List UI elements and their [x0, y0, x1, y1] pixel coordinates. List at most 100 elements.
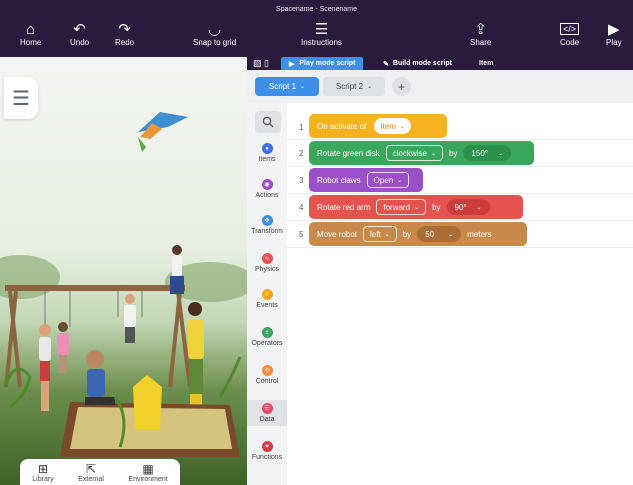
child-figure[interactable]: [170, 245, 184, 294]
control-icon: ⟲: [261, 365, 273, 376]
direction-dropdown[interactable]: left ⌄: [363, 226, 397, 242]
move-robot-block[interactable]: Move robot left ⌄ by 50 ⌄ meters: [309, 222, 527, 246]
category-items[interactable]: ● Items: [247, 143, 287, 163]
add-script-button[interactable]: +: [392, 77, 411, 96]
category-control[interactable]: ⟲ Control: [247, 365, 287, 385]
script-line: 1 On activate of Item ⌄: [287, 113, 633, 140]
line-number: 1: [299, 123, 304, 132]
parrot-figure[interactable]: [138, 112, 188, 152]
tab-play-mode-script[interactable]: ▶ Play mode script: [281, 57, 364, 70]
child-figure[interactable]: [57, 322, 69, 373]
block-text: Robot claws: [317, 175, 361, 185]
data-icon: ☰: [261, 403, 273, 414]
external-button[interactable]: ⇱ External: [78, 462, 104, 485]
category-actions[interactable]: ◉ Actions: [247, 179, 287, 199]
environment-button[interactable]: ▦ Environment: [128, 462, 167, 485]
layout-toggle-icon[interactable]: ▧ ▯: [253, 58, 269, 69]
block-word: by: [432, 202, 441, 212]
chevron-down-icon: ⌄: [497, 150, 503, 157]
rotate-red-arm-block[interactable]: Rotate red arm forward ⌄ by 90° ⌄: [309, 195, 523, 219]
library-label: Library: [32, 476, 54, 483]
dropdown-value: forward: [383, 202, 411, 212]
home-icon: ⌂: [26, 20, 36, 38]
block-word: by: [448, 148, 458, 158]
chevron-down-icon: ⌄: [448, 231, 454, 238]
undo-button[interactable]: ↶ Undo: [70, 20, 89, 48]
operators-icon: ±: [261, 327, 273, 338]
list-icon: ☰: [12, 87, 30, 110]
direction-dropdown[interactable]: forward ⌄: [376, 199, 427, 215]
tab-script-2[interactable]: Script 2 ⌄: [323, 77, 385, 96]
block-categories: ● Items ◉ Actions ✥ Transform ∿ Physics …: [247, 103, 287, 485]
category-transform[interactable]: ✥ Transform: [247, 215, 287, 235]
rotate-green-disk-block[interactable]: Rotate green disk clockwise ⌄ by 150° ⌄: [309, 141, 534, 165]
actions-icon: ◉: [261, 179, 273, 190]
redo-button[interactable]: ↷ Redo: [115, 20, 134, 48]
image-icon: ▦: [142, 462, 154, 476]
share-icon: ⇪: [474, 20, 487, 38]
library-button[interactable]: ⊞ Library: [32, 462, 53, 485]
child-figure[interactable]: [85, 350, 115, 405]
instructions-button[interactable]: ☰ Instructions: [301, 20, 342, 48]
events-icon: ⚡: [261, 289, 273, 300]
home-button[interactable]: ⌂ Home: [20, 20, 42, 48]
category-label: Items: [258, 156, 276, 163]
angle-input[interactable]: 150° ⌄: [463, 145, 511, 161]
child-figure[interactable]: [124, 294, 136, 343]
dropdown-value: left: [370, 229, 381, 239]
top-toolbar: Spacename - Scenename ⌂ Home ↶ Undo ↷ Re…: [0, 0, 633, 57]
play-icon: ▶: [289, 60, 295, 68]
code-button[interactable]: </> Code: [560, 20, 579, 47]
tab-label: Play mode script: [299, 60, 356, 67]
block-search-button[interactable]: [255, 111, 281, 133]
script-line: 4 Rotate red arm forward ⌄ by 90° ⌄: [287, 194, 633, 221]
category-events[interactable]: ⚡ Events: [247, 289, 287, 309]
direction-dropdown[interactable]: clockwise ⌄: [385, 145, 443, 161]
chevron-down-icon: ⌄: [476, 204, 482, 211]
robot-claws-block[interactable]: Robot claws Open ⌄: [309, 168, 423, 192]
tab-item[interactable]: Item: [471, 57, 501, 70]
share-button[interactable]: ⇪ Share: [470, 20, 492, 48]
category-functions[interactable]: ♥ Functions: [247, 441, 287, 461]
item-dropdown[interactable]: Item ⌄: [374, 118, 411, 134]
scene-menu-button[interactable]: ☰: [4, 77, 38, 119]
category-operators[interactable]: ± Operators: [247, 327, 287, 347]
child-figure[interactable]: [188, 302, 204, 408]
tab-build-mode-script[interactable]: ✎ Build mode script: [375, 57, 460, 70]
line-number: 4: [299, 203, 304, 212]
search-icon: [262, 116, 274, 128]
tab-label: Script 1: [268, 82, 297, 91]
undo-icon: ↶: [73, 20, 86, 38]
yellow-block[interactable]: [133, 375, 162, 429]
tab-script-1[interactable]: Script 1 ⌄: [255, 77, 319, 96]
play-button[interactable]: ▶ Play: [606, 20, 622, 48]
claws-dropdown[interactable]: Open ⌄: [366, 172, 410, 188]
chevron-down-icon: ⌄: [384, 231, 390, 238]
category-data[interactable]: ☰ Data: [247, 400, 287, 426]
category-physics[interactable]: ∿ Physics: [247, 253, 287, 273]
distance-input[interactable]: 50 ⌄: [417, 226, 462, 242]
magnet-icon: ◡: [208, 20, 222, 38]
block-word: meters: [467, 229, 492, 239]
snap-to-grid-button[interactable]: ◡ Snap to grid: [193, 20, 236, 48]
category-label: Operators: [251, 340, 283, 347]
mode-bar: ▧ ▯ ▶ Play mode script ✎ Build mode scri…: [247, 57, 633, 70]
instructions-icon: ☰: [314, 20, 329, 38]
tab-label: Build mode script: [392, 60, 452, 67]
chevron-down-icon: ⌄: [397, 177, 403, 184]
dropdown-value: Open: [373, 175, 394, 185]
category-label: Transform: [251, 228, 283, 235]
child-figure[interactable]: [39, 324, 51, 411]
scene-illustration: [0, 112, 247, 457]
environment-label: Environment: [128, 476, 168, 483]
scene-viewport[interactable]: ☰ ⊞ Library ⇱ External ▦ Environment: [0, 57, 247, 485]
asset-panel: ⊞ Library ⇱ External ▦ Environment: [20, 459, 180, 485]
home-label: Home: [20, 38, 42, 47]
share-label: Share: [470, 38, 492, 47]
hammer-icon: ✎: [383, 60, 389, 68]
transform-icon: ✥: [261, 215, 273, 226]
angle-input[interactable]: 90° ⌄: [446, 199, 490, 215]
redo-icon: ↷: [118, 20, 131, 38]
on-activate-block[interactable]: On activate of Item ⌄: [309, 114, 447, 138]
script-line: 2 Rotate green disk clockwise ⌄ by 150° …: [287, 140, 633, 167]
